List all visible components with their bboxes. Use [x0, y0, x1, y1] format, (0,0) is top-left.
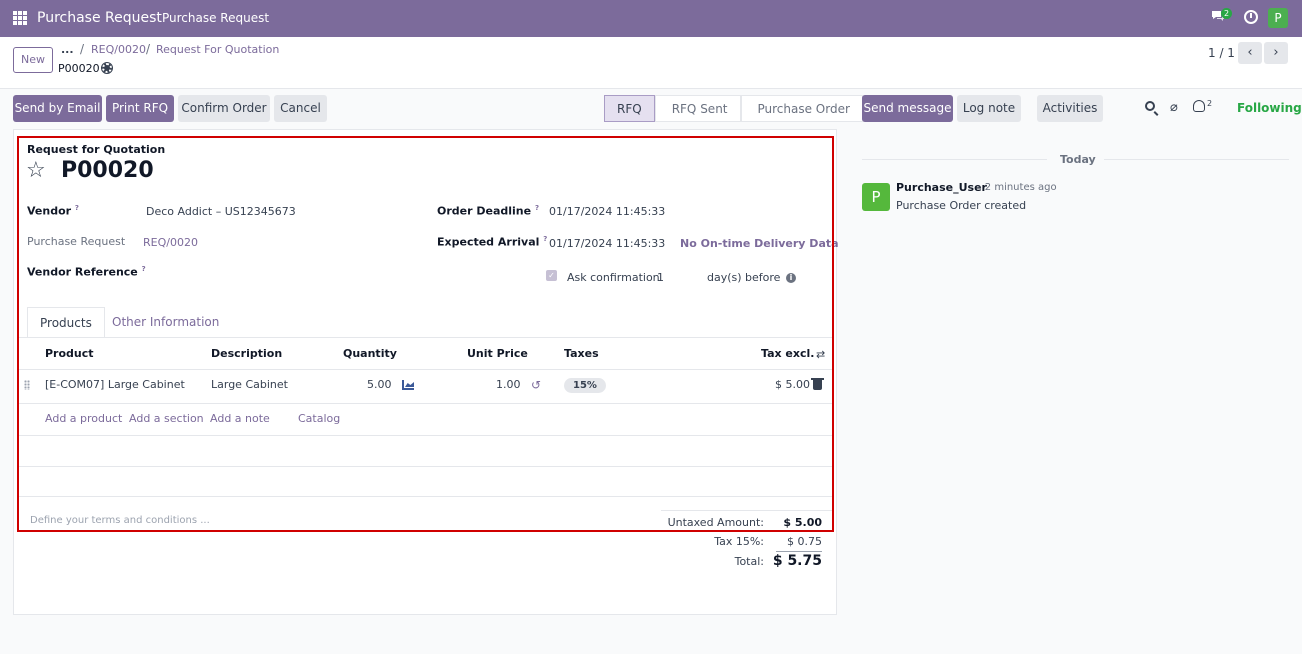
expected-arrival-label: Expected Arrival ? [437, 235, 548, 249]
col-unit-price[interactable]: Unit Price [467, 347, 528, 360]
tab-other-information[interactable]: Other Information [100, 307, 231, 338]
line-product[interactable]: [E-COM07] Large Cabinet [45, 378, 185, 391]
menu-purchase-request[interactable]: Purchase Request [162, 11, 269, 25]
vendor-label: Vendor ? [27, 204, 79, 218]
trash-icon[interactable] [811, 378, 824, 390]
apps-menu-icon[interactable] [13, 11, 27, 25]
followers-count: 2 [1207, 99, 1213, 108]
ontime-delivery-link[interactable]: No On-time Delivery Data [680, 237, 839, 250]
add-note-link[interactable]: Add a note [210, 412, 270, 425]
optional-columns-icon[interactable]: ⇄ [816, 348, 825, 361]
document-type: Request for Quotation [27, 143, 166, 156]
row-divider [19, 435, 833, 436]
new-button[interactable]: New [13, 47, 53, 73]
breadcrumb-rfq[interactable]: Request For Quotation [156, 43, 279, 56]
drag-handle-icon[interactable] [24, 380, 30, 390]
date-divider [862, 159, 1047, 160]
total-label: Total: [734, 555, 764, 568]
purchase-request-link[interactable]: REQ/0020 [143, 236, 198, 249]
untaxed-amount-label: Untaxed Amount: [667, 516, 764, 529]
gear-icon[interactable] [101, 62, 113, 74]
expected-arrival-field[interactable]: 01/17/2024 11:45:33 [549, 237, 665, 250]
page-title: P00020 [61, 158, 154, 183]
date-separator: Today [1060, 153, 1096, 166]
avatar[interactable]: P [862, 183, 890, 211]
vendor-field[interactable]: Deco Addict – US12345673 [146, 205, 296, 218]
status-rfq-sent[interactable]: RFQ Sent [654, 95, 741, 122]
info-icon: i [786, 273, 796, 283]
pager-value[interactable]: 1 / 1 [1208, 46, 1235, 60]
activity-clock-icon[interactable] [1244, 10, 1258, 24]
history-icon[interactable]: ↺ [531, 378, 541, 392]
message-author[interactable]: Purchase_User [896, 181, 987, 194]
message-body: Purchase Order created [896, 199, 1027, 212]
breadcrumb-req[interactable]: REQ/0020 [91, 43, 146, 56]
user-avatar[interactable]: P [1268, 8, 1288, 28]
ask-confirmation-checkbox[interactable]: ✓ [546, 270, 557, 281]
tax-label: Tax 15%: [714, 535, 764, 548]
message-time: - 2 minutes ago [978, 182, 1057, 193]
send-message-button[interactable]: Send message [862, 95, 953, 122]
tax-value: $ 0.75 [787, 535, 822, 548]
activities-button[interactable]: Activities [1037, 95, 1103, 122]
app-title[interactable]: Purchase Request [37, 10, 162, 26]
days-before-label: day(s) before [707, 271, 781, 284]
chat-count-badge: 2 [1221, 8, 1233, 19]
chevron-left-icon[interactable]: ‹ [1238, 42, 1262, 64]
untaxed-amount-value: $ 5.00 [783, 516, 822, 529]
tax-tag[interactable]: 15% [564, 378, 606, 393]
search-icon[interactable] [1145, 101, 1155, 111]
top-navbar: Purchase Request Purchase Request 2 P [0, 0, 1302, 37]
order-deadline-label: Order Deadline ? [437, 204, 539, 218]
ask-confirmation-days-field[interactable]: 1 [657, 271, 664, 284]
record-name: P00020 [58, 62, 100, 75]
send-by-email-button[interactable]: Send by Email [13, 95, 102, 122]
forecast-chart-icon[interactable] [402, 380, 414, 390]
following-button[interactable]: Following [1237, 101, 1302, 115]
row-divider [19, 466, 833, 467]
line-unit-price[interactable]: 1.00 [496, 378, 521, 391]
row-divider [19, 369, 833, 370]
line-description[interactable]: Large Cabinet [211, 378, 288, 391]
control-panel: New ... / REQ/0020 / Request For Quotati… [0, 37, 1302, 89]
cancel-button[interactable]: Cancel [274, 95, 327, 122]
total-rule [776, 551, 822, 552]
add-product-link[interactable]: Add a product [45, 412, 122, 425]
row-divider [19, 496, 833, 497]
status-bar: RFQ RFQ Sent Purchase Order [604, 95, 863, 122]
line-subtotal: $ 5.00 [775, 378, 810, 391]
col-description[interactable]: Description [211, 347, 282, 360]
confirm-order-button[interactable]: Confirm Order [178, 95, 270, 122]
star-icon[interactable]: ☆ [26, 160, 46, 182]
log-note-button[interactable]: Log note [957, 95, 1021, 122]
col-quantity[interactable]: Quantity [343, 347, 397, 360]
breadcrumb-separator: / [80, 42, 85, 56]
line-quantity[interactable]: 5.00 [367, 378, 392, 391]
chevron-right-icon[interactable]: › [1264, 42, 1288, 64]
col-tax-excl[interactable]: Tax excl. [761, 347, 814, 360]
status-purchase-order[interactable]: Purchase Order [740, 95, 863, 122]
vendor-reference-label: Vendor Reference ? [27, 265, 146, 279]
col-taxes[interactable]: Taxes [564, 347, 599, 360]
purchase-request-label: Purchase Request [27, 235, 126, 248]
breadcrumb-more[interactable]: ... [61, 43, 74, 56]
total-value: $ 5.75 [772, 553, 822, 569]
tab-divider [19, 337, 833, 338]
paperclip-icon[interactable]: ⌀ [1170, 100, 1178, 115]
ask-confirmation-label: Ask confirmation [567, 271, 660, 284]
tab-products[interactable]: Products [27, 307, 105, 338]
print-rfq-button[interactable]: Print RFQ [106, 95, 174, 122]
row-divider [19, 403, 833, 404]
order-deadline-field[interactable]: 01/17/2024 11:45:33 [549, 205, 665, 218]
totals-divider [661, 510, 833, 511]
add-section-link[interactable]: Add a section [129, 412, 204, 425]
catalog-link[interactable]: Catalog [298, 412, 340, 425]
breadcrumb-separator: / [146, 42, 151, 56]
terms-input[interactable]: Define your terms and conditions ... [30, 515, 210, 526]
status-rfq[interactable]: RFQ [604, 95, 655, 122]
date-divider [1104, 159, 1289, 160]
followers-icon[interactable] [1193, 100, 1205, 112]
col-product[interactable]: Product [45, 347, 94, 360]
